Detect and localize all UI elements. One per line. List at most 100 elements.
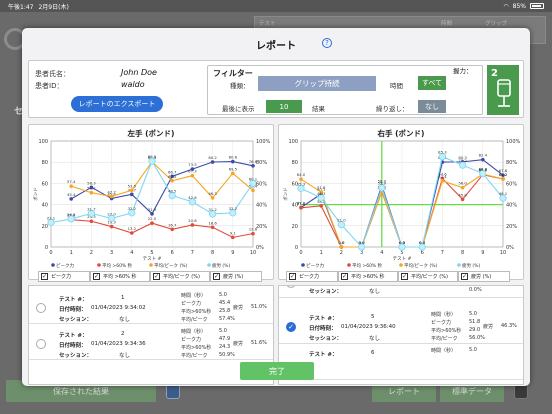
last-shown-select[interactable]: 10 [266, 100, 302, 113]
help-icon[interactable]: ? [322, 38, 332, 48]
x-tick-label: 6 [421, 250, 424, 256]
time-label: 時間（秒） [431, 312, 457, 318]
checkbox-icon: ✓ [41, 273, 48, 280]
type-select[interactable]: グリップ持続 [258, 76, 376, 91]
repeat-select[interactable]: なし [418, 100, 446, 113]
x-tick-label: 1 [70, 250, 73, 256]
y-tick-label: 0 [45, 245, 48, 251]
data-label-fatigue: 85.3 [438, 150, 447, 155]
data-label-avgpeak: 62.4 [438, 174, 447, 179]
avg60-label: 平均>60%秒 [181, 345, 212, 351]
data-point-avgpeak [190, 173, 195, 178]
time-select[interactable]: すべて [418, 76, 446, 90]
y2-tick-label: 20% [506, 224, 517, 230]
toggle-avg60-right[interactable]: ✓ 平均 >60% 秒 [338, 271, 398, 282]
data-label-avgpeak: 51.8 [317, 185, 326, 190]
test-select-radio[interactable] [36, 303, 46, 313]
x-tick-label: 4 [380, 250, 383, 256]
toggle-peak-left[interactable]: ✓ ピーク力 [38, 271, 90, 282]
status-date: 2月9日(木) [38, 3, 69, 11]
toggle-avgpeak-left[interactable]: ✓ 平均/ピーク (%) [150, 271, 210, 282]
y-tick-label: 80 [292, 160, 298, 166]
test-card-selected[interactable]: ✓ テスト #： 5 日付時刻： 01/04/2023 9:36:40 セッショ… [279, 310, 523, 344]
done-button[interactable]: 完了 [240, 362, 314, 380]
toggle-fatigue-left[interactable]: ✓ 疲労 (%) [210, 271, 262, 282]
datetime-label: 日付時刻： [59, 343, 87, 349]
data-label-avg60: 13.2 [128, 226, 137, 231]
grip-label: 握力： [453, 67, 473, 75]
right-series-toggles: ✓ ピーク力 ✓ 平均 >60% 秒 ✓ 平均/ピーク (%) ✓ 疲労 (%) [286, 271, 510, 282]
series-line-avgpeak [71, 160, 254, 199]
toggle-fatigue-right[interactable]: ✓ 疲労 (%) [458, 271, 510, 282]
patient-filter-panel: 患者氏名： John Doe 患者ID： waldo レポートのエクスポート フ… [28, 60, 524, 118]
export-report-button[interactable]: レポートのエクスポート [71, 96, 163, 112]
y2-tick-label: 100% [506, 139, 521, 145]
data-label-avg60: 22.5 [148, 216, 157, 221]
legend-marker-peak [301, 263, 305, 267]
test-card[interactable]: テスト #： 1 日付時刻： 01/04/2023 9:34:02 セッション：… [29, 290, 273, 324]
data-point-avg60 [299, 205, 303, 210]
time-label: 時間（秒） [431, 348, 457, 354]
x-tick-label: 8 [461, 250, 464, 256]
data-label-fatigue: 60.1 [249, 176, 258, 181]
fatigue-value: 51.6% [251, 340, 267, 346]
x-tick-label: 9 [481, 250, 484, 256]
data-label-peak: 45.4 [67, 192, 76, 197]
toggle-peak-right[interactable]: ✓ ピーク力 [286, 271, 338, 282]
data-point-avgpeak [170, 178, 174, 183]
avgpeak-label: 平均/ピーク [181, 317, 208, 323]
left-hand-chart[interactable]: 0 0% 20 20% 40 40% 60 60% 80 80% 100 100% 0 1 2 3 4 5 6 7 8 9… [29, 125, 275, 281]
right-hand-chart[interactable]: 0 0%20 20%40 40%60 60%80 80%100 100%0 1 2 3 4 5 6 7 8 9… [279, 125, 525, 281]
test-card[interactable]: テスト #： 2 日付時刻： 01/04/2023 9:34:36 セッション：… [29, 326, 273, 360]
right-test-list[interactable]: セッション： なし 0.0% ✓ テスト #： 5 日付時刻： 01/04/20… [278, 285, 524, 385]
data-point-avg60 [109, 224, 114, 229]
data-point-avg60 [130, 231, 134, 235]
test-datetime: 01/04/2023 9:34:02 [91, 305, 146, 311]
series-line-avg60 [71, 219, 254, 238]
avgpeak-value: 57.4% [219, 316, 235, 322]
test-number-label: テスト #： [309, 352, 338, 358]
test-card-partial[interactable]: セッション： なし 0.0% [279, 286, 523, 298]
test-select-radio[interactable] [36, 339, 46, 349]
left-test-list[interactable]: テスト #： 1 日付時刻： 01/04/2023 9:34:02 セッション：… [28, 285, 274, 385]
session-label: セッション： [59, 317, 93, 323]
session-label: セッション： [59, 353, 93, 359]
data-point-avgpeak [89, 190, 94, 195]
toggle-avgpeak-right[interactable]: ✓ 平均/ピーク (%) [398, 271, 458, 282]
series-line-peak [70, 161, 254, 215]
toggle-avg60-left[interactable]: ✓ 平均 >60% 秒 [90, 271, 150, 282]
x-axis-label: テスト # [143, 256, 162, 262]
data-point-peak [481, 157, 485, 162]
y-tick-label: 100 [38, 139, 48, 145]
legend-marker-avgpeak [149, 263, 153, 267]
patient-id: waldo [121, 80, 145, 89]
data-point-peak [69, 197, 73, 201]
time-label: 時間 [390, 82, 403, 90]
data-label-peak: 80.2 [208, 155, 217, 160]
legend-marker-avg60 [347, 263, 351, 267]
test-card[interactable]: テスト #： 6 時間（秒） 5.0 [279, 346, 523, 380]
x-tick-label: 6 [171, 250, 174, 256]
test-number-label: テスト #： [59, 297, 88, 303]
data-label-avg60: 20.8 [188, 218, 197, 223]
data-label-fatigue: 0.0 [399, 240, 406, 245]
grip-position-button[interactable]: 2 [487, 65, 519, 115]
battery-percent: 85% [512, 2, 526, 10]
fatigue-label: 疲労 [233, 305, 244, 311]
checkbox-icon: ✓ [289, 273, 296, 280]
right-hand-chart-panel: 右手 (ポンド) 0 0% 20 20% 40 40% 60 60% 80 80% 100 100% 0… [278, 124, 524, 280]
data-point-avg60 [231, 235, 235, 240]
time-label: 時間（秒） [181, 329, 207, 335]
legend-marker-fatigue [457, 263, 461, 267]
test-selected-checkmark-icon[interactable]: ✓ [286, 322, 296, 332]
peak-label: ピーク力 [431, 320, 452, 326]
data-label-avgpeak: 57.4 [67, 179, 76, 184]
test-select-radio[interactable] [286, 286, 296, 288]
x-tick-label: 2 [90, 250, 93, 256]
data-label-fatigue: 55.9 [378, 181, 387, 186]
legend-label-avg60: 平均 >60% 秒 [352, 262, 383, 269]
test-number: 1 [121, 295, 125, 301]
wifi-icon: ◠ [503, 2, 509, 10]
checkbox-icon: ✓ [401, 273, 408, 280]
last-shown-label: 最後に表示 [222, 105, 255, 113]
